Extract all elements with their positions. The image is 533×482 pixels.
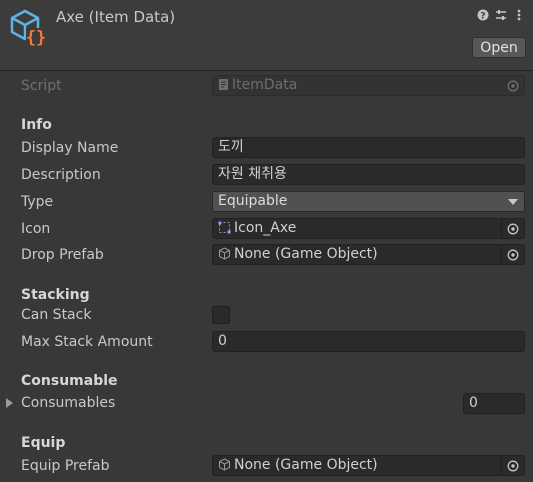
object-picker-icon[interactable] <box>501 219 524 238</box>
script-label: Script <box>21 78 62 94</box>
svg-text:?: ? <box>480 12 485 22</box>
description-field[interactable]: 자원 채취용 <box>212 164 525 185</box>
type-value: Equipable <box>218 193 288 209</box>
section-equip: Equip <box>21 435 66 451</box>
drop-prefab-value: None (Game Object) <box>234 246 378 262</box>
type-label: Type <box>21 194 54 210</box>
help-icon[interactable]: ? <box>477 8 489 22</box>
game-object-icon <box>218 247 231 264</box>
script-field: ItemData <box>212 75 525 96</box>
section-consumable: Consumable <box>21 373 118 389</box>
object-picker-icon <box>502 76 524 95</box>
equip-prefab-value: None (Game Object) <box>234 457 378 473</box>
inspector-header: {} Axe (Item Data) ? Open <box>0 0 533 71</box>
icon-label: Icon <box>21 221 51 237</box>
asset-title: Axe (Item Data) <box>56 8 176 26</box>
object-picker-icon[interactable] <box>501 245 524 264</box>
script-value: ItemData <box>232 77 298 93</box>
can-stack-label: Can Stack <box>21 307 92 323</box>
type-dropdown[interactable]: Equipable <box>212 191 525 212</box>
chevron-down-icon <box>508 199 518 205</box>
display-name-field[interactable]: 도끼 <box>212 137 525 158</box>
foldout-arrow-icon[interactable] <box>6 398 13 408</box>
sprite-icon <box>218 221 231 238</box>
section-info: Info <box>21 117 52 133</box>
equip-prefab-field[interactable]: None (Game Object) <box>212 455 525 476</box>
script-file-icon <box>218 78 229 95</box>
icon-value: Icon_Axe <box>234 220 297 236</box>
presets-icon[interactable] <box>495 8 507 22</box>
section-stacking: Stacking <box>21 287 90 303</box>
equip-prefab-label: Equip Prefab <box>21 458 110 474</box>
max-stack-label: Max Stack Amount <box>21 334 153 350</box>
consumables-label[interactable]: Consumables <box>21 393 115 413</box>
icon-field[interactable]: Icon_Axe <box>212 218 525 239</box>
max-stack-field[interactable]: 0 <box>212 331 525 352</box>
can-stack-checkbox[interactable] <box>212 306 230 324</box>
display-name-label: Display Name <box>21 140 119 156</box>
drop-prefab-field[interactable]: None (Game Object) <box>212 244 525 265</box>
open-button[interactable]: Open <box>472 37 526 58</box>
game-object-icon <box>218 458 231 475</box>
consumables-size-field[interactable]: 0 <box>463 393 525 414</box>
object-picker-icon[interactable] <box>501 456 524 475</box>
drop-prefab-label: Drop Prefab <box>21 247 104 263</box>
svg-text:{}: {} <box>26 28 46 48</box>
more-menu-icon[interactable] <box>513 8 525 22</box>
scriptable-object-icon: {} <box>10 9 46 48</box>
description-label: Description <box>21 167 101 183</box>
